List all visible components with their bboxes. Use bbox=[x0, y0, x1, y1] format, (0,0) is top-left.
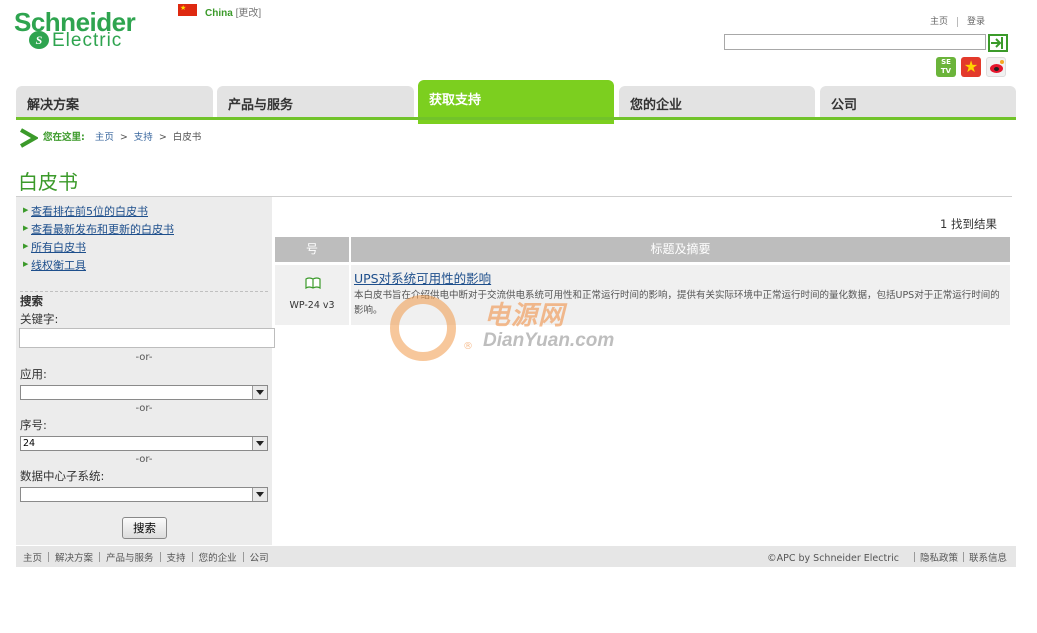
logo-line2: Electric bbox=[52, 30, 123, 51]
keyword-label: 关键字: bbox=[20, 312, 59, 326]
watermark-en: DianYuan.com bbox=[483, 330, 615, 351]
footer-link-solutions[interactable]: 解决方案 bbox=[55, 553, 93, 564]
search-submit-icon[interactable] bbox=[988, 34, 1008, 52]
tab-solutions[interactable]: 解决方案 bbox=[16, 86, 213, 117]
chevron-down-icon bbox=[252, 386, 267, 399]
breadcrumb-home[interactable]: 主页 bbox=[95, 132, 114, 143]
page-title: 白皮书 bbox=[18, 170, 78, 194]
weibo-icon[interactable] bbox=[986, 57, 1006, 77]
application-label: 应用: bbox=[20, 367, 47, 381]
breadcrumb-sep: > bbox=[119, 132, 128, 143]
sidebar-divider bbox=[20, 291, 268, 292]
footer-link-privacy[interactable]: 隐私政策 bbox=[920, 553, 958, 564]
search-button[interactable]: 搜索 bbox=[122, 517, 167, 539]
breadcrumb-sep: > bbox=[158, 132, 167, 143]
top-home-link[interactable]: 主页 bbox=[930, 14, 948, 27]
copyright: ©APC by Schneider Electric bbox=[767, 553, 899, 564]
number-label: 序号: bbox=[20, 418, 47, 432]
footer-links: 主页 解决方案 产品与服务 支持 您的企业 公司 bbox=[23, 550, 269, 564]
footer-link-business[interactable]: 您的企业 bbox=[199, 553, 237, 564]
schneider-electric-logo[interactable]: Schneider S Electric bbox=[14, 8, 164, 51]
keyword-input[interactable] bbox=[19, 328, 275, 348]
watermark-cn: 电源网 bbox=[484, 301, 566, 331]
sidebar-link-top5[interactable]: ▶ 查看排在前5位的白皮书 bbox=[23, 203, 148, 219]
search-heading: 搜索 bbox=[20, 294, 43, 308]
subsystem-select[interactable] bbox=[20, 487, 268, 502]
country-selector: China [更改] bbox=[205, 4, 261, 19]
login-link[interactable]: 登录 bbox=[967, 14, 985, 27]
table-cell-number: WP-24 v3 bbox=[275, 265, 349, 325]
dianyuan-watermark: 电源网 ® DianYuan.com bbox=[388, 293, 658, 363]
breadcrumb: 您在这里: 主页 > 支持 > 白皮书 bbox=[43, 129, 201, 143]
breadcrumb-here-label: 您在这里: bbox=[43, 132, 85, 143]
footer-right: ©APC by Schneider Electric 隐私政策 联系信息 bbox=[767, 550, 1007, 564]
application-select[interactable] bbox=[20, 385, 268, 400]
chevron-down-icon bbox=[252, 437, 267, 450]
result-count: 1 找到结果 bbox=[940, 217, 997, 231]
star-icon[interactable]: ★ bbox=[961, 57, 981, 77]
logo-mark-icon: S bbox=[29, 31, 49, 49]
sidebar-link-latest[interactable]: ▶ 查看最新发布和更新的白皮书 bbox=[23, 221, 174, 237]
divider bbox=[957, 16, 959, 27]
result-title-link[interactable]: UPS对系统可用性的影响 bbox=[354, 268, 491, 287]
footer-link-company[interactable]: 公司 bbox=[250, 553, 269, 564]
footer-link-contact[interactable]: 联系信息 bbox=[969, 553, 1007, 564]
number-select[interactable]: 24 bbox=[20, 436, 268, 451]
breadcrumb-current: 白皮书 bbox=[172, 132, 202, 143]
top-links: 主页 登录 bbox=[930, 14, 985, 27]
tab-products-services[interactable]: 产品与服务 bbox=[217, 86, 414, 117]
footer: 主页 解决方案 产品与服务 支持 您的企业 公司 ©APC by Schneider El… bbox=[16, 546, 1016, 567]
sidebar-link-all[interactable]: ▶ 所有白皮书 bbox=[23, 239, 86, 255]
footer-link-products[interactable]: 产品与服务 bbox=[106, 553, 154, 564]
chevron-down-icon bbox=[252, 488, 267, 501]
sidebar-link-tradeoff-tools[interactable]: ▶ 线权衡工具 bbox=[23, 257, 86, 273]
watermark-ring-icon bbox=[390, 295, 456, 361]
nav-underline bbox=[16, 117, 1016, 120]
or-separator: -or- bbox=[135, 352, 153, 363]
subsystem-label: 数据中心子系统: bbox=[20, 469, 105, 483]
column-header-number: 号 bbox=[275, 237, 349, 262]
sidebar: ▶ 查看排在前5位的白皮书 ▶ 查看最新发布和更新的白皮书 ▶ 所有白皮书 ▶ 线权衡工… bbox=[16, 197, 275, 545]
footer-link-home[interactable]: 主页 bbox=[23, 553, 42, 564]
whitepaper-code: WP-24 v3 bbox=[289, 300, 335, 311]
china-flag-icon: ★ bbox=[178, 4, 197, 16]
tab-company[interactable]: 公司 bbox=[820, 86, 1016, 117]
column-header-title: 标题及摘要 bbox=[351, 237, 1010, 262]
se-tv-icon[interactable]: SE TV bbox=[936, 57, 956, 77]
breadcrumb-arrow-icon bbox=[18, 128, 40, 151]
breadcrumb-support[interactable]: 支持 bbox=[134, 132, 153, 143]
site-search-input[interactable] bbox=[724, 34, 986, 50]
country-name: China bbox=[205, 8, 233, 19]
tab-your-business[interactable]: 您的企业 bbox=[619, 86, 815, 117]
book-icon bbox=[305, 277, 321, 292]
or-separator: -or- bbox=[135, 403, 153, 414]
footer-link-support[interactable]: 支持 bbox=[167, 553, 186, 564]
watermark-reg: ® bbox=[463, 341, 473, 352]
change-country-link[interactable]: [更改] bbox=[236, 8, 262, 19]
or-separator: -or- bbox=[135, 454, 153, 465]
